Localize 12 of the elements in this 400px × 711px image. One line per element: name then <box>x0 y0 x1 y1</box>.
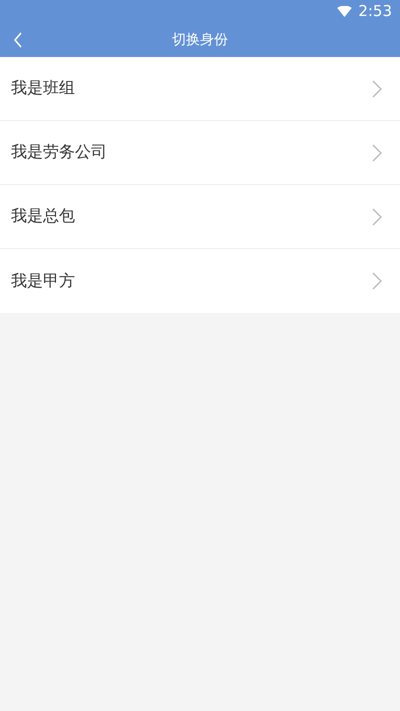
chevron-icon <box>372 272 382 290</box>
chevron-icon <box>372 80 382 98</box>
page-title: 切换身份 <box>172 30 228 48</box>
list-item[interactable]: 我是劳务公司 <box>0 121 400 185</box>
list-item[interactable]: 我是班组 <box>0 57 400 121</box>
back-icon[interactable] <box>13 32 23 48</box>
chevron-icon <box>372 208 382 226</box>
status-time: 2:53 <box>358 2 392 20</box>
list-item[interactable]: 我是总包 <box>0 185 400 249</box>
list-item[interactable]: 我是甲方 <box>0 249 400 313</box>
wifi-icon <box>337 6 352 16</box>
chevron-icon <box>372 144 382 162</box>
